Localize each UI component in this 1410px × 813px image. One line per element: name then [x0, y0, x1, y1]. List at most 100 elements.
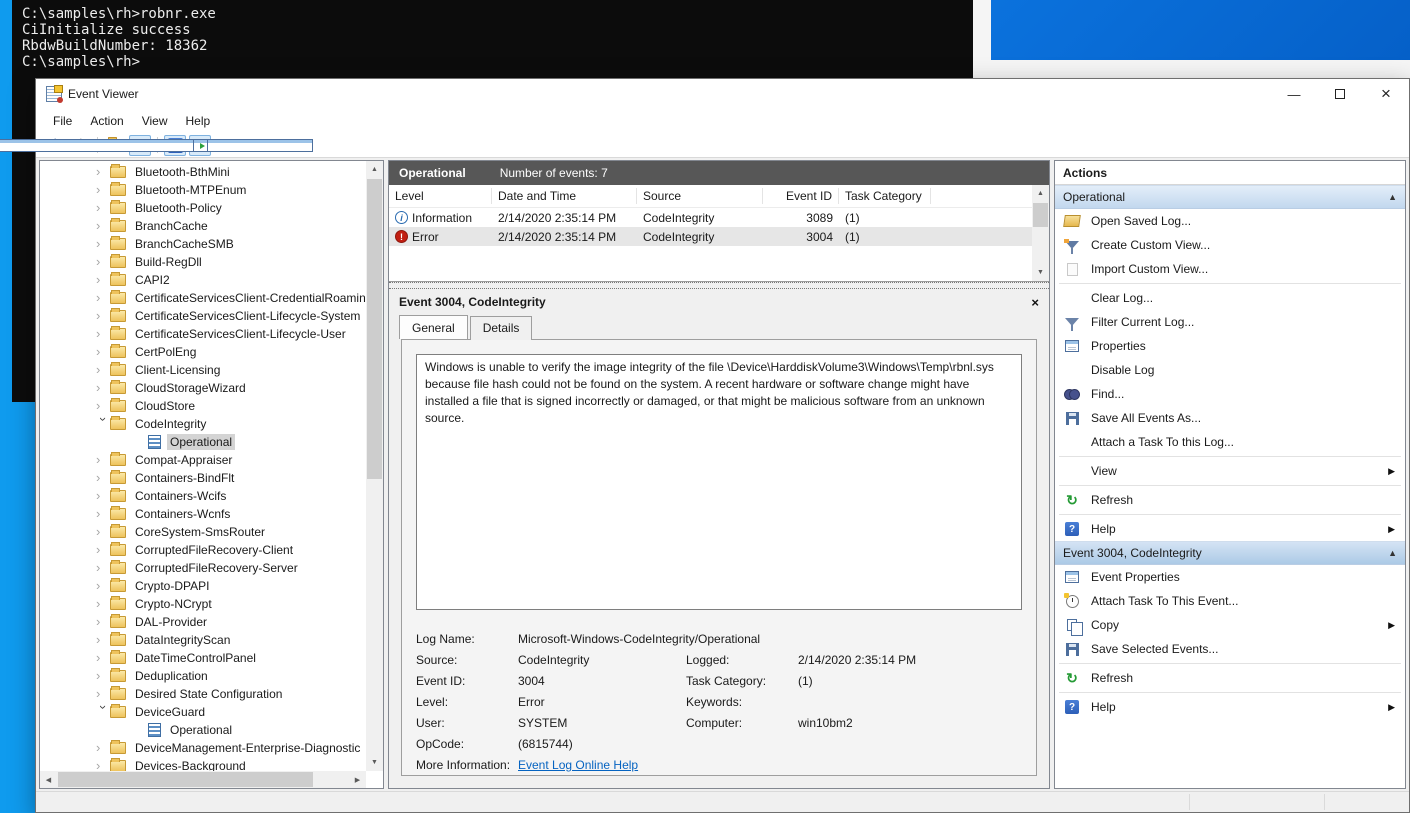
tree-item[interactable]: Operational — [40, 433, 366, 451]
tree-item[interactable]: ›BranchCacheSMB — [40, 235, 366, 253]
action-item[interactable]: Create Custom View... — [1055, 233, 1405, 257]
title-bar[interactable]: Event Viewer — × — [36, 79, 1409, 109]
event-message[interactable]: Windows is unable to verify the image in… — [416, 354, 1022, 610]
action-item[interactable]: ?Help▶ — [1055, 517, 1405, 541]
chevron-collapsed-icon[interactable]: › — [96, 329, 110, 339]
tree-item[interactable]: ›DAL-Provider — [40, 613, 366, 631]
action-item[interactable]: ?Help▶ — [1055, 695, 1405, 719]
tree-item[interactable]: ›DeviceGuard — [40, 703, 366, 721]
chevron-collapsed-icon[interactable]: › — [96, 239, 110, 249]
tree-horizontal-scrollbar[interactable]: ◀ ▶ — [40, 771, 366, 788]
tree-item[interactable]: ›CorruptedFileRecovery-Server — [40, 559, 366, 577]
tree-item[interactable]: ›DataIntegrityScan — [40, 631, 366, 649]
chevron-expanded-icon[interactable]: › — [98, 705, 108, 719]
tree-item[interactable]: ›Crypto-DPAPI — [40, 577, 366, 595]
show-console-tree-button[interactable] — [129, 135, 151, 156]
chevron-collapsed-icon[interactable]: › — [96, 293, 110, 303]
tree-item[interactable]: ›Build-RegDll — [40, 253, 366, 271]
action-item[interactable]: Import Custom View... — [1055, 257, 1405, 281]
tree-item[interactable]: ›Desired State Configuration — [40, 685, 366, 703]
chevron-collapsed-icon[interactable]: › — [96, 473, 110, 483]
detail-close-icon[interactable]: × — [1031, 295, 1039, 310]
action-item[interactable]: Save Selected Events... — [1055, 637, 1405, 661]
chevron-collapsed-icon[interactable]: › — [96, 491, 110, 501]
chevron-collapsed-icon[interactable]: › — [96, 383, 110, 393]
scroll-down-icon[interactable]: ▼ — [366, 754, 383, 771]
collapse-arrow-icon[interactable]: ▲ — [1388, 192, 1397, 202]
action-item[interactable]: Filter Current Log... — [1055, 310, 1405, 334]
tree-item[interactable]: ›Bluetooth-Policy — [40, 199, 366, 217]
chevron-collapsed-icon[interactable]: › — [96, 581, 110, 591]
tree-item[interactable]: ›Bluetooth-MTPEnum — [40, 181, 366, 199]
chevron-expanded-icon[interactable]: › — [98, 417, 108, 431]
scrollbar-thumb[interactable] — [367, 179, 382, 479]
chevron-collapsed-icon[interactable]: › — [96, 257, 110, 267]
tree-item[interactable]: ›Devices-Background — [40, 757, 366, 771]
tab-general[interactable]: General — [399, 315, 468, 339]
tree-item[interactable]: ›Client-Licensing — [40, 361, 366, 379]
collapse-arrow-icon[interactable]: ▲ — [1388, 548, 1397, 558]
chevron-collapsed-icon[interactable]: › — [96, 761, 110, 771]
chevron-collapsed-icon[interactable]: › — [96, 617, 110, 627]
chevron-collapsed-icon[interactable]: › — [96, 689, 110, 699]
tree-item[interactable]: ›Compat-Appraiser — [40, 451, 366, 469]
action-item[interactable]: Disable Log — [1055, 358, 1405, 382]
tree-item[interactable]: ›CAPI2 — [40, 271, 366, 289]
tree-item[interactable]: ›Containers-Wcnfs — [40, 505, 366, 523]
action-item[interactable]: Event Properties — [1055, 565, 1405, 589]
scroll-up-icon[interactable]: ▲ — [366, 161, 383, 178]
event-log-online-help-link[interactable]: Event Log Online Help — [518, 758, 1022, 772]
column-header-source[interactable]: Source — [637, 188, 763, 204]
scroll-up-icon[interactable]: ▲ — [1032, 185, 1049, 202]
action-group-header[interactable]: Event 3004, CodeIntegrity▲ — [1055, 541, 1405, 565]
tree-item[interactable]: ›Containers-Wcifs — [40, 487, 366, 505]
column-header-level[interactable]: Level — [389, 188, 492, 204]
chevron-collapsed-icon[interactable]: › — [96, 167, 110, 177]
preview-splitter[interactable] — [389, 282, 1049, 289]
tree-item[interactable]: ›CertPolEng — [40, 343, 366, 361]
action-item[interactable]: Attach Task To This Event... — [1055, 589, 1405, 613]
chevron-collapsed-icon[interactable]: › — [96, 599, 110, 609]
tree-item[interactable]: ›CertificateServicesClient-Lifecycle-Sys… — [40, 307, 366, 325]
table-row[interactable]: iInformation2/14/2020 2:35:14 PMCodeInte… — [389, 208, 1032, 227]
tree-item[interactable]: ›Bluetooth-BthMini — [40, 163, 366, 181]
chevron-collapsed-icon[interactable]: › — [96, 635, 110, 645]
table-vertical-scrollbar[interactable]: ▲ ▼ — [1032, 185, 1049, 281]
chevron-collapsed-icon[interactable]: › — [96, 365, 110, 375]
column-header-date[interactable]: Date and Time — [492, 188, 637, 204]
minimize-button[interactable]: — — [1271, 79, 1317, 109]
action-item[interactable]: Copy▶ — [1055, 613, 1405, 637]
tree-item[interactable]: ›CorruptedFileRecovery-Client — [40, 541, 366, 559]
chevron-collapsed-icon[interactable]: › — [96, 671, 110, 681]
tree-item[interactable]: ›CloudStore — [40, 397, 366, 415]
tree-item[interactable]: Operational — [40, 721, 366, 739]
menu-file[interactable]: File — [44, 111, 81, 131]
action-item[interactable]: Properties — [1055, 334, 1405, 358]
menu-view[interactable]: View — [133, 111, 177, 131]
tree-item[interactable]: ›BranchCache — [40, 217, 366, 235]
column-header-task-category[interactable]: Task Category — [839, 188, 931, 204]
tree-item[interactable]: ›Crypto-NCrypt — [40, 595, 366, 613]
chevron-collapsed-icon[interactable]: › — [96, 221, 110, 231]
scroll-left-icon[interactable]: ◀ — [40, 771, 57, 788]
chevron-collapsed-icon[interactable]: › — [96, 203, 110, 213]
tree-item[interactable]: ›CodeIntegrity — [40, 415, 366, 433]
chevron-collapsed-icon[interactable]: › — [96, 347, 110, 357]
chevron-collapsed-icon[interactable]: › — [96, 185, 110, 195]
chevron-collapsed-icon[interactable]: › — [96, 509, 110, 519]
tree-item[interactable]: ›Deduplication — [40, 667, 366, 685]
action-item[interactable]: ↻Refresh — [1055, 666, 1405, 690]
action-group-header[interactable]: Operational▲ — [1055, 185, 1405, 209]
close-button[interactable]: × — [1363, 79, 1409, 109]
chevron-collapsed-icon[interactable]: › — [96, 653, 110, 663]
scrollbar-thumb[interactable] — [58, 772, 313, 787]
maximize-button[interactable] — [1317, 79, 1363, 109]
table-row[interactable]: !Error2/14/2020 2:35:14 PMCodeIntegrity3… — [389, 227, 1032, 246]
tree-item[interactable]: ›CertificateServicesClient-CredentialRoa… — [40, 289, 366, 307]
chevron-collapsed-icon[interactable]: › — [96, 563, 110, 573]
action-item[interactable]: Clear Log... — [1055, 286, 1405, 310]
chevron-collapsed-icon[interactable]: › — [96, 455, 110, 465]
tree-item[interactable]: ›CoreSystem-SmsRouter — [40, 523, 366, 541]
menu-action[interactable]: Action — [81, 111, 132, 131]
action-item[interactable]: Attach a Task To this Log... — [1055, 430, 1405, 454]
